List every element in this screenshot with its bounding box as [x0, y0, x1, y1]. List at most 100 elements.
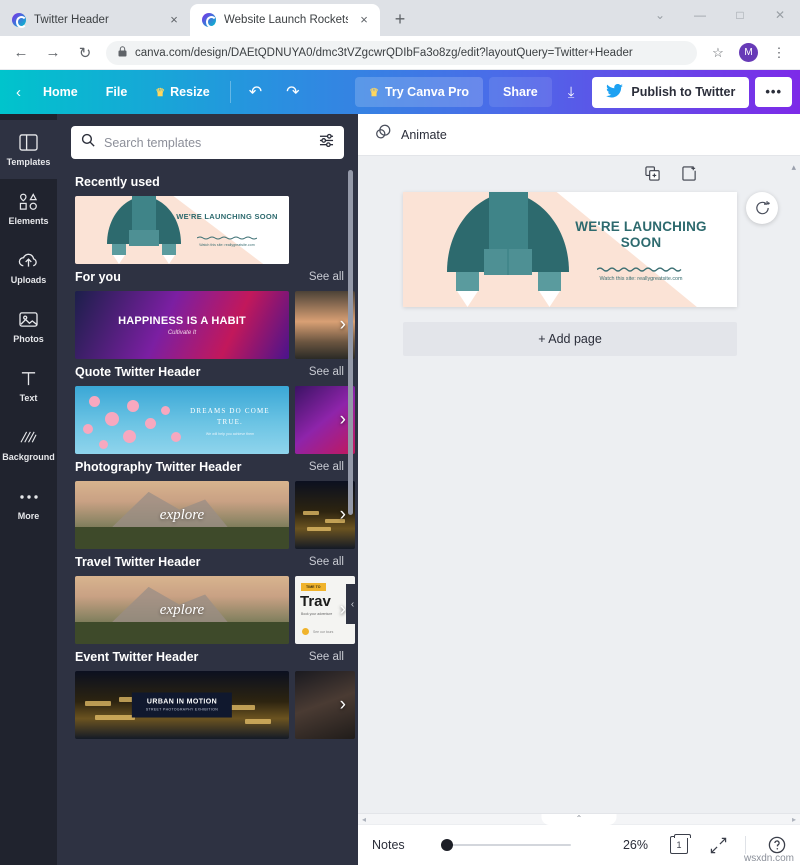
elements-icon: [19, 192, 38, 212]
section-header: For you See all: [57, 264, 358, 291]
address-bar[interactable]: canva.com/design/DAEtQDNUYA0/dmc3tVZgcwr…: [106, 40, 697, 65]
scroll-right-icon[interactable]: ▸: [792, 815, 796, 824]
next-arrow-icon[interactable]: ›: [340, 504, 346, 526]
sidebar-item-elements[interactable]: Elements: [0, 179, 57, 238]
sidebar-item-templates[interactable]: Templates: [0, 120, 57, 179]
chevron-down-icon[interactable]: ⌄: [640, 0, 680, 30]
panel-toggle-tab[interactable]: ⌃: [541, 814, 617, 825]
thumb-title: WE'RE LAUNCHING SOON: [176, 212, 278, 221]
resize-button[interactable]: ♛ Resize: [141, 78, 223, 106]
close-icon[interactable]: ×: [356, 12, 372, 28]
redo-icon[interactable]: ↷: [274, 76, 311, 108]
section-title: Travel Twitter Header: [75, 555, 201, 569]
reload-icon[interactable]: ↻: [74, 42, 96, 64]
share-button[interactable]: Share: [489, 77, 552, 107]
template-thumbnail[interactable]: [295, 671, 355, 739]
sidebar-item-text[interactable]: Text: [0, 356, 57, 415]
publish-to-twitter-button[interactable]: Publish to Twitter: [592, 76, 750, 108]
see-all-link[interactable]: See all: [309, 366, 344, 378]
template-thumbnail[interactable]: WE'RE LAUNCHING SOON Watch this site: re…: [75, 196, 289, 264]
zoom-level: 26%: [622, 838, 648, 852]
see-all-link[interactable]: See all: [309, 271, 344, 283]
animate-button[interactable]: Animate: [401, 128, 447, 142]
template-thumbnail[interactable]: explore: [75, 576, 289, 644]
browser-tab-1[interactable]: Twitter Header ×: [0, 4, 190, 36]
more-options-button[interactable]: •••: [755, 77, 792, 107]
sidebar-item-background[interactable]: Background: [0, 415, 57, 474]
thumb-title: URBAN IN MOTION STREET PHOTOGRAPHY EXHIB…: [131, 692, 233, 718]
close-icon[interactable]: ×: [166, 12, 182, 28]
undo-icon[interactable]: ↶: [237, 76, 274, 108]
scroll-up-icon[interactable]: ▴: [791, 162, 796, 173]
next-arrow-icon[interactable]: ›: [340, 694, 346, 716]
help-icon[interactable]: [768, 836, 786, 854]
filter-icon[interactable]: [319, 133, 334, 152]
sidebar-item-uploads[interactable]: Uploads: [0, 238, 57, 297]
add-page-icon[interactable]: [682, 166, 697, 184]
sidebar-label: Text: [19, 392, 38, 403]
next-arrow-icon[interactable]: ›: [340, 409, 346, 431]
search-input[interactable]: Search templates: [71, 126, 344, 159]
thumb-dot: [302, 628, 309, 635]
sidebar-label: Photos: [13, 333, 44, 344]
home-button[interactable]: Home: [29, 78, 92, 106]
see-all-link[interactable]: See all: [309, 651, 344, 663]
zoom-slider[interactable]: [440, 838, 571, 852]
see-all-link[interactable]: See all: [309, 461, 344, 473]
toolbar-divider: [229, 81, 231, 103]
back-icon[interactable]: ←: [10, 42, 32, 64]
expand-icon[interactable]: [710, 837, 727, 854]
scroll-left-icon[interactable]: ◂: [362, 815, 366, 824]
see-all-link[interactable]: See all: [309, 556, 344, 568]
section-title: Photography Twitter Header: [75, 460, 242, 474]
forward-icon[interactable]: →: [42, 42, 64, 64]
sidebar-item-more[interactable]: More: [0, 474, 57, 533]
zoom-slider-knob[interactable]: [440, 839, 453, 851]
bookmark-star-icon[interactable]: ☆: [707, 42, 729, 64]
search-placeholder: Search templates: [104, 135, 202, 150]
horizontal-scroll-strip[interactable]: ◂ ⌃ ▸: [358, 813, 800, 825]
panel-scrollbar[interactable]: [348, 170, 353, 515]
template-thumbnail[interactable]: explore: [75, 481, 289, 549]
template-thumbnail[interactable]: [295, 291, 355, 359]
duplicate-page-icon[interactable]: [645, 166, 660, 184]
panel-collapse-button[interactable]: ‹: [346, 584, 358, 624]
new-tab-button[interactable]: +: [386, 6, 414, 34]
crown-icon: ♛: [155, 86, 166, 99]
sidebar-item-photos[interactable]: Photos: [0, 297, 57, 356]
search-wrap: Search templates: [57, 114, 358, 169]
section-title: Quote Twitter Header: [75, 365, 201, 379]
rocket-illustration: [107, 196, 181, 264]
canva-favicon: [202, 13, 217, 28]
browser-tab-2[interactable]: Website Launch Rocketship Twitt ×: [190, 4, 380, 36]
template-thumbnail[interactable]: URBAN IN MOTION STREET PHOTOGRAPHY EXHIB…: [75, 671, 289, 739]
template-thumbnail[interactable]: [295, 386, 355, 454]
watermark: wsxdn.com: [743, 853, 794, 864]
template-thumbnail[interactable]: HAPPINESS IS A HABIT Cultivate It: [75, 291, 289, 359]
city-light: [307, 527, 331, 531]
browser-menu-icon[interactable]: ⋮: [768, 42, 790, 64]
text-icon: [20, 369, 37, 389]
city-light: [245, 719, 271, 724]
thumb-title: DREAMS DO COME TRUE.: [190, 407, 270, 426]
template-thumbnail[interactable]: [295, 481, 355, 549]
download-icon[interactable]: ⤓: [556, 78, 587, 107]
template-thumbnail[interactable]: DREAMS DO COME TRUE. We will help you ac…: [75, 386, 289, 454]
file-menu-button[interactable]: File: [92, 78, 142, 106]
urban-subtitle-text: STREET PHOTOGRAPHY EXHIBITION: [145, 707, 219, 712]
notes-button[interactable]: Notes: [372, 838, 405, 852]
refresh-design-icon[interactable]: [746, 192, 778, 224]
avatar[interactable]: M: [739, 43, 758, 62]
maximize-icon[interactable]: □: [720, 0, 760, 30]
design-canvas-page[interactable]: WE'RE LAUNCHING SOON Watch this site: re…: [403, 192, 737, 307]
canvas-toolbar: Animate: [358, 114, 800, 156]
next-arrow-icon[interactable]: ›: [340, 314, 346, 336]
minimize-icon[interactable]: —: [680, 0, 720, 30]
page-count-button[interactable]: 1: [670, 833, 691, 854]
add-page-button[interactable]: + Add page: [403, 322, 737, 356]
back-button[interactable]: ‹: [6, 77, 29, 108]
window-close-icon[interactable]: ✕: [760, 0, 800, 30]
thumb-tag: TIME TO: [301, 583, 326, 591]
thumb-row: HAPPINESS IS A HABIT Cultivate It ›: [57, 291, 358, 359]
try-canva-pro-button[interactable]: ♛ Try Canva Pro: [355, 77, 484, 107]
